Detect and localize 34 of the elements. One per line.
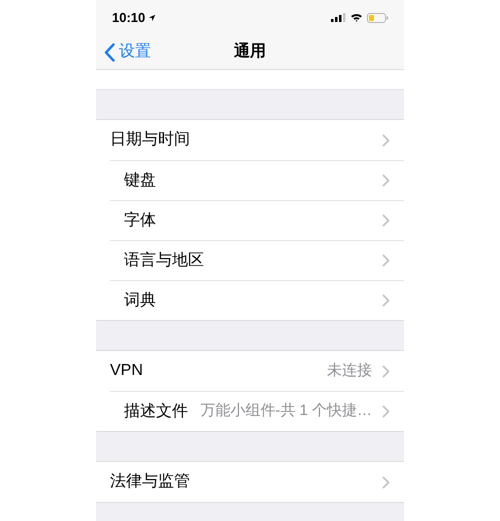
row-value: 未连接 bbox=[327, 360, 372, 381]
settings-row[interactable]: 法律与监管 bbox=[96, 462, 404, 502]
row-label: 日期与时间 bbox=[110, 130, 190, 150]
settings-row[interactable]: 字体 bbox=[110, 200, 404, 240]
row-value: 万能小组件-共 1 个快捷… bbox=[200, 401, 372, 422]
back-button[interactable]: 设置 bbox=[96, 40, 151, 64]
row-label: 词典 bbox=[124, 290, 156, 310]
settings-row[interactable]: 日期与时间 bbox=[96, 120, 404, 160]
settings-row[interactable]: 语言与地区 bbox=[110, 240, 404, 280]
chevron-icon bbox=[382, 364, 390, 378]
settings-row[interactable]: VPN 未连接 bbox=[96, 351, 404, 391]
screen-title: 通用 bbox=[234, 41, 266, 62]
chevron-icon bbox=[382, 476, 390, 488]
chevron-icon bbox=[382, 405, 390, 418]
back-chevron-icon bbox=[104, 42, 115, 62]
row-label: 法律与监管 bbox=[110, 472, 190, 492]
row-label: 字体 bbox=[124, 210, 156, 230]
battery-icon bbox=[367, 12, 388, 22]
settings-row[interactable]: 词典 bbox=[110, 280, 404, 320]
location-arrow-icon bbox=[148, 14, 156, 22]
signal-icon bbox=[331, 13, 346, 22]
chevron-icon bbox=[382, 254, 390, 267]
row-label: VPN bbox=[110, 361, 143, 381]
chevron-icon bbox=[382, 134, 390, 146]
wifi-icon bbox=[350, 13, 363, 22]
row-label: 键盘 bbox=[124, 170, 156, 190]
row-label: 描述文件 bbox=[124, 402, 188, 422]
chevron-icon bbox=[382, 174, 390, 187]
chevron-icon bbox=[382, 294, 390, 307]
row-label: 语言与地区 bbox=[124, 250, 204, 270]
chevron-icon bbox=[382, 214, 390, 227]
settings-row[interactable]: 键盘 bbox=[110, 160, 404, 200]
status-time: 10:10 bbox=[112, 8, 146, 27]
settings-row[interactable]: 描述文件 万能小组件-共 1 个快捷… bbox=[110, 391, 404, 431]
